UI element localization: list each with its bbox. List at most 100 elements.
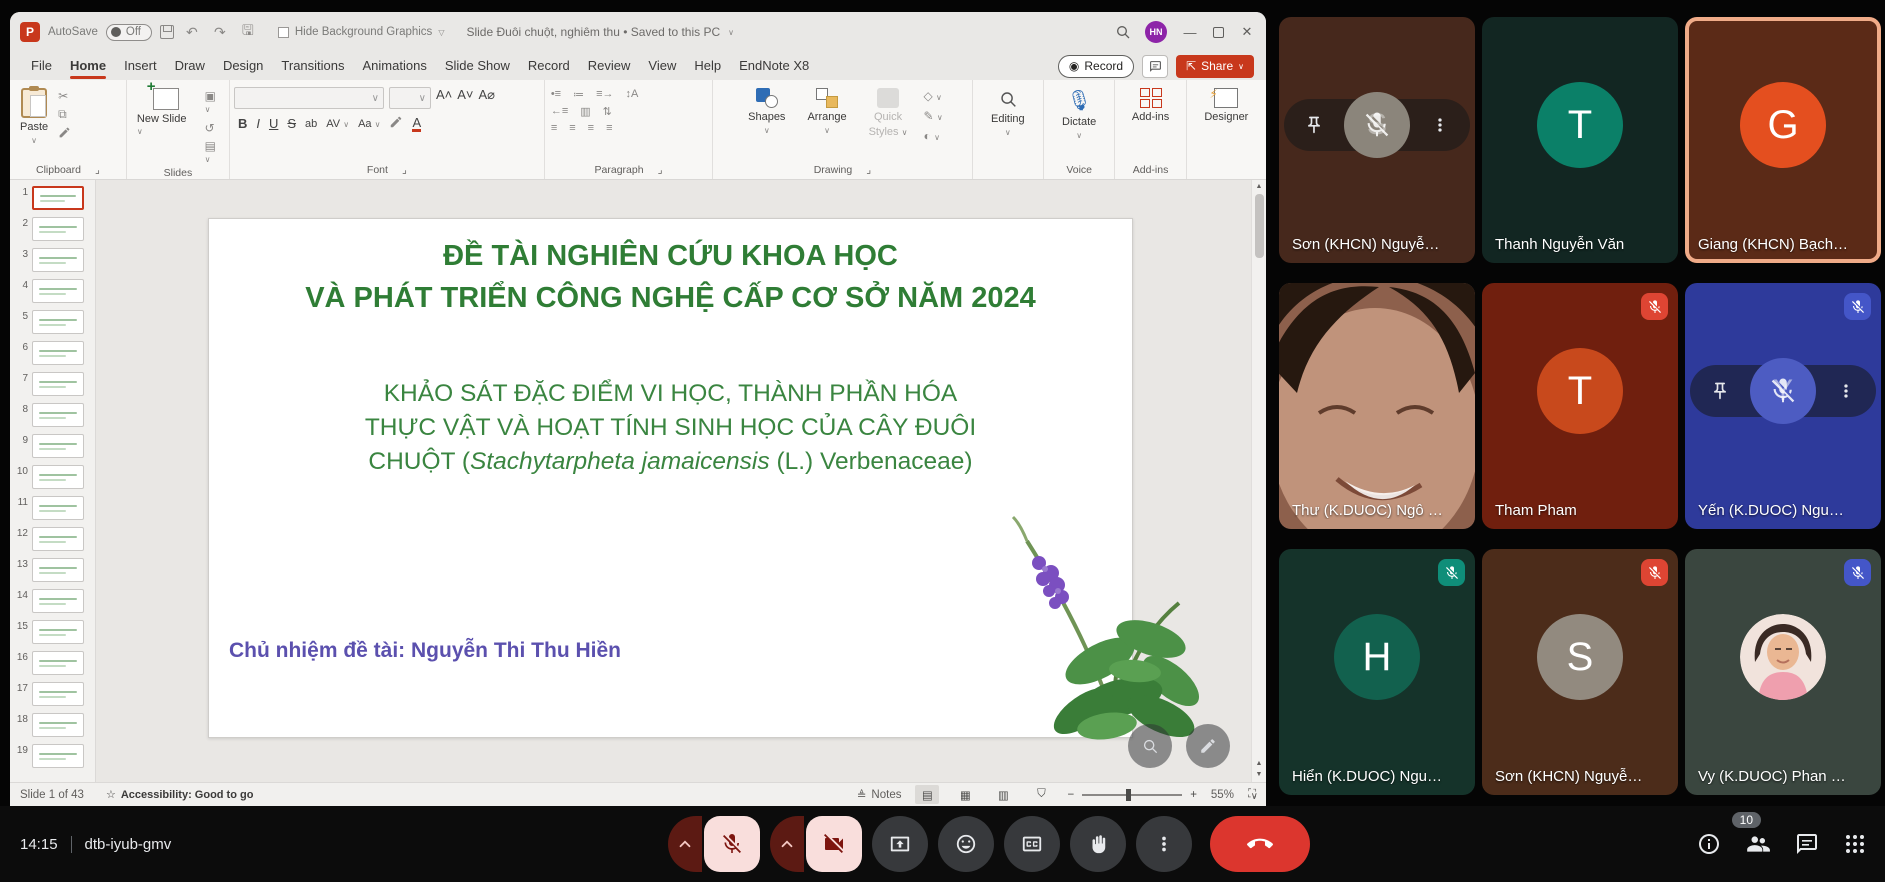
autosave-toggle[interactable]: Off [106, 24, 152, 41]
normal-view-button[interactable]: ▤ [915, 785, 939, 804]
tab-home[interactable]: Home [61, 52, 115, 80]
new-slide-button[interactable]: New Slide ∨ [131, 84, 201, 141]
tab-record[interactable]: Record [519, 52, 579, 80]
chat-icon[interactable] [1795, 832, 1819, 856]
start-slideshow-icon[interactable]: 🖫 [238, 20, 258, 44]
restore-button[interactable] [1213, 27, 1224, 38]
character-spacing-icon[interactable]: AV ∨ [326, 118, 349, 130]
user-avatar[interactable]: HN [1145, 21, 1167, 43]
people-icon[interactable] [1745, 831, 1771, 857]
decrease-font-icon[interactable]: A˅ [457, 87, 473, 109]
tab-endnote[interactable]: EndNote X8 [730, 52, 818, 80]
underline-button[interactable]: U [269, 116, 278, 131]
paragraph-dialog-launcher[interactable]: ⌟ [658, 164, 663, 176]
reset-icon[interactable]: ↺ [205, 122, 225, 134]
slide-thumbnail-11[interactable]: 11 [10, 496, 91, 520]
minimize-button[interactable]: — [1181, 25, 1199, 40]
add-ins-button[interactable]: Add-ins [1126, 84, 1175, 127]
tab-file[interactable]: File [22, 52, 61, 80]
more-options-button[interactable] [1136, 816, 1192, 872]
more-options-icon[interactable] [1430, 115, 1450, 135]
drawing-dialog-launcher[interactable]: ⌟ [866, 164, 871, 176]
slide-thumbnail-7[interactable]: 7 [10, 372, 91, 396]
italic-button[interactable]: I [256, 116, 260, 131]
next-slide-icon[interactable]: ▼ [1256, 771, 1263, 778]
slide-thumbnail-panel[interactable]: 12345678910111213141516171819 [10, 180, 96, 782]
align-left-icon[interactable]: ≡ [551, 122, 557, 134]
undo-icon[interactable]: ↶ [182, 24, 202, 41]
end-call-button[interactable] [1210, 816, 1310, 872]
font-size-combo[interactable]: ∨ [389, 87, 431, 109]
collapse-ribbon-button[interactable]: ∨ [1251, 791, 1258, 802]
tab-draw[interactable]: Draw [166, 52, 214, 80]
align-right-icon[interactable]: ≡ [588, 122, 594, 134]
activities-icon[interactable] [1843, 832, 1867, 856]
shapes-button[interactable]: Shapes∨ [742, 84, 791, 139]
layout-icon[interactable]: ▣ ∨ [205, 90, 225, 116]
strikethrough-button[interactable]: S [287, 116, 296, 131]
slide-thumbnail-16[interactable]: 16 [10, 651, 91, 675]
designer-button[interactable]: Designer [1198, 84, 1254, 127]
previous-slide-icon[interactable]: ▲ [1256, 760, 1263, 767]
tab-insert[interactable]: Insert [115, 52, 166, 80]
notes-button[interactable]: ≜ Notes [857, 788, 902, 802]
shape-effects-icon[interactable]: ◐ ∨ [923, 130, 942, 144]
zoom-level[interactable]: 55% [1211, 789, 1234, 801]
share-button[interactable]: ⇱ Share ∨ [1176, 55, 1254, 78]
scroll-up-icon[interactable]: ▲ [1256, 183, 1263, 190]
slide-thumbnail-9[interactable]: 9 [10, 434, 91, 458]
slide[interactable]: ĐỀ TÀI NGHIÊN CỨU KHOA HỌC VÀ PHÁT TRIỂN… [208, 218, 1133, 738]
font-color-icon[interactable]: A [412, 116, 421, 132]
slide-thumbnail-6[interactable]: 6 [10, 341, 91, 365]
zoom-out-button[interactable]: − [1067, 789, 1074, 801]
comments-button[interactable] [1142, 55, 1168, 78]
search-icon[interactable] [1115, 24, 1131, 40]
cut-icon[interactable]: ✂ [58, 90, 71, 102]
slide-thumbnail-8[interactable]: 8 [10, 403, 91, 427]
text-direction-icon[interactable]: ⇅ [603, 105, 612, 118]
bullets-icon[interactable]: •≡ [551, 88, 561, 101]
paste-button[interactable]: Paste∨ [14, 84, 54, 149]
reading-view-button[interactable]: ▥ [991, 785, 1015, 804]
increase-font-icon[interactable]: A˄ [436, 87, 452, 109]
raise-hand-button[interactable] [1070, 816, 1126, 872]
reactions-button[interactable] [938, 816, 994, 872]
font-name-combo[interactable]: ∨ [234, 87, 384, 109]
tab-slide-show[interactable]: Slide Show [436, 52, 519, 80]
magnifier-tool-button[interactable] [1128, 724, 1172, 768]
slide-thumbnail-17[interactable]: 17 [10, 682, 91, 706]
slide-thumbnail-1[interactable]: 1 [10, 186, 91, 210]
indent-more-icon[interactable]: ≡→ [596, 88, 613, 101]
numbering-icon[interactable]: ≔ [573, 88, 584, 101]
zoom-slider[interactable] [1082, 794, 1182, 796]
pen-tool-button[interactable] [1186, 724, 1230, 768]
format-painter-icon[interactable] [58, 126, 71, 141]
participant-tile[interactable]: S Sơn (KHCN) Nguyễ… [1279, 17, 1475, 263]
slide-thumbnail-15[interactable]: 15 [10, 620, 91, 644]
slide-thumbnail-5[interactable]: 5 [10, 310, 91, 334]
shape-outline-icon[interactable]: ✎ ∨ [923, 110, 942, 124]
mic-muted-button[interactable] [704, 816, 760, 872]
tab-help[interactable]: Help [685, 52, 730, 80]
font-dialog-launcher[interactable]: ⌟ [402, 164, 407, 176]
slide-thumbnail-2[interactable]: 2 [10, 217, 91, 241]
slide-thumbnail-19[interactable]: 19 [10, 744, 91, 768]
clear-formatting-icon[interactable]: A⌀ [478, 87, 495, 109]
meeting-details-icon[interactable] [1697, 832, 1721, 856]
title-dropdown-icon[interactable]: ∨ [728, 28, 734, 37]
shape-fill-icon[interactable]: ◇ ∨ [923, 90, 942, 104]
participant-tile[interactable]: Thư (K.DUOC) Ngô … [1279, 283, 1475, 529]
text-shadow-icon[interactable]: ab [305, 118, 317, 130]
hide-bg-checkbox[interactable] [278, 27, 289, 38]
slide-thumbnail-4[interactable]: 4 [10, 279, 91, 303]
participant-tile[interactable]: G Giang (KHCN) Bạch… [1685, 17, 1881, 263]
camera-off-button[interactable] [806, 816, 862, 872]
indent-less-icon[interactable]: ←≡ [551, 105, 568, 118]
slide-thumbnail-3[interactable]: 3 [10, 248, 91, 272]
dictate-button[interactable]: 🎙 Dictate∨ [1056, 84, 1102, 144]
filter-dropdown-icon[interactable]: ▽ [438, 28, 444, 37]
vertical-scrollbar[interactable]: ▲ ▲ ▼ [1251, 180, 1266, 782]
mic-options-chevron[interactable] [668, 816, 702, 872]
change-case-icon[interactable]: Aa ∨ [358, 118, 380, 130]
scroll-thumb[interactable] [1255, 194, 1264, 258]
